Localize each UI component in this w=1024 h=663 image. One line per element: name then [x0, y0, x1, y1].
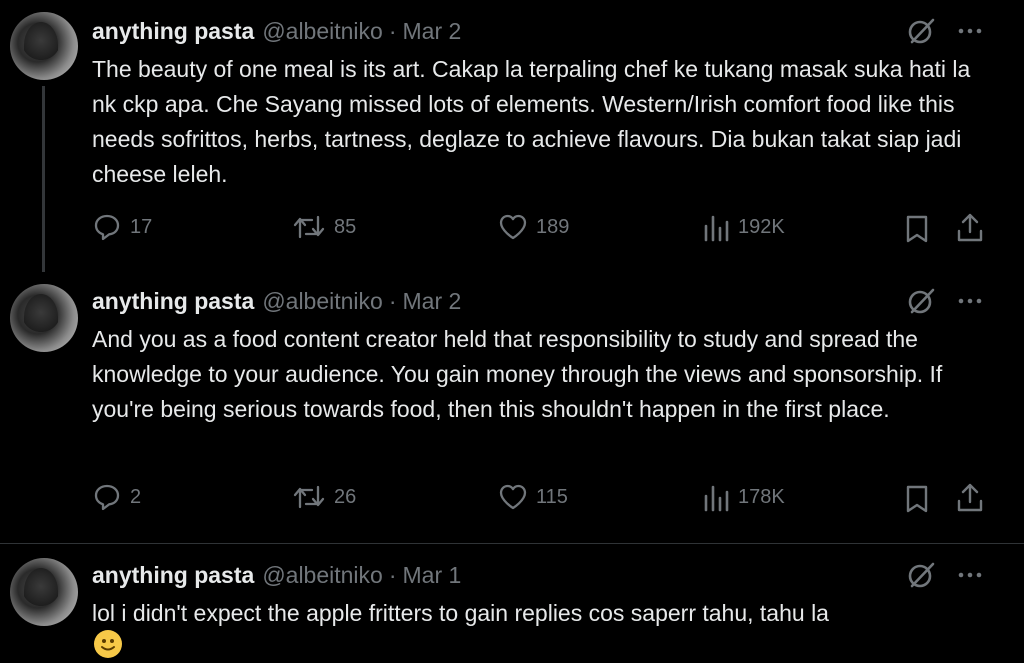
view-count: 178K	[738, 485, 785, 508]
views-button[interactable]: 178K	[702, 482, 785, 512]
reply-count: 17	[130, 215, 153, 238]
view-count: 192K	[738, 215, 785, 238]
slightly-smiling-face-icon	[94, 630, 122, 658]
tweet-text: And you as a food content creator held t…	[92, 326, 943, 422]
tweet-header: anything pasta @albeitniko · Mar 2	[92, 286, 461, 316]
tweet-header: anything pasta @albeitniko · Mar 1	[92, 560, 461, 590]
share-icon[interactable]	[955, 212, 985, 249]
display-name[interactable]: anything pasta	[92, 288, 254, 315]
tweet[interactable]: anything pasta @albeitniko · Mar 1 lol i…	[0, 544, 1024, 658]
repost-button[interactable]: 85	[292, 212, 356, 242]
views-icon	[704, 215, 729, 242]
repost-count: 26	[334, 485, 357, 508]
separator-dot: ·	[388, 287, 397, 314]
tweet-text: lol i didn't expect the apple fritters t…	[92, 600, 829, 626]
tweet-actions: 17 85 189 192K	[0, 212, 1024, 246]
tweet-date[interactable]: Mar 2	[403, 288, 462, 315]
reply-icon	[94, 484, 120, 511]
more-icon[interactable]	[954, 559, 986, 591]
avatar[interactable]	[10, 284, 78, 352]
separator-dot: ·	[388, 17, 397, 44]
repost-icon	[293, 485, 325, 509]
grok-icon[interactable]	[906, 559, 938, 591]
tweet-date[interactable]: Mar 2	[403, 18, 462, 45]
like-count: 189	[536, 215, 570, 238]
views-button[interactable]: 192K	[702, 212, 785, 242]
display-name[interactable]: anything pasta	[92, 562, 254, 589]
more-icon[interactable]	[954, 285, 986, 317]
reply-button[interactable]: 17	[92, 212, 152, 242]
heart-icon	[499, 484, 527, 510]
tweet[interactable]: anything pasta @albeitniko · Mar 2 The b…	[0, 0, 1024, 272]
reply-icon	[94, 214, 120, 241]
reply-button[interactable]: 2	[92, 482, 141, 512]
grok-icon[interactable]	[906, 285, 938, 317]
share-icon[interactable]	[955, 482, 985, 519]
tweet-header: anything pasta @albeitniko · Mar 2	[92, 16, 461, 46]
display-name[interactable]: anything pasta	[92, 18, 254, 45]
avatar[interactable]	[10, 12, 78, 80]
tweet-actions: 2 26 115 178K	[0, 482, 1024, 516]
bookmark-icon[interactable]	[904, 214, 930, 249]
repost-count: 85	[334, 215, 357, 238]
grok-icon[interactable]	[906, 15, 938, 47]
like-button[interactable]: 115	[498, 482, 568, 512]
like-button[interactable]: 189	[498, 212, 569, 242]
user-handle[interactable]: @albeitniko	[262, 562, 383, 589]
views-icon	[704, 485, 729, 512]
tweet-text: The beauty of one meal is its art. Cakap…	[92, 56, 971, 187]
bookmark-icon[interactable]	[904, 484, 930, 519]
more-icon[interactable]	[954, 15, 986, 47]
separator-dot: ·	[388, 561, 397, 588]
reply-count: 2	[130, 485, 142, 508]
tweet-date[interactable]: Mar 1	[403, 562, 462, 589]
tweet[interactable]: anything pasta @albeitniko · Mar 2 And y…	[0, 272, 1024, 542]
avatar[interactable]	[10, 558, 78, 626]
repost-button[interactable]: 26	[292, 482, 356, 512]
like-count: 115	[536, 485, 568, 508]
repost-icon	[293, 215, 325, 239]
heart-icon	[499, 214, 527, 240]
user-handle[interactable]: @albeitniko	[262, 288, 383, 315]
user-handle[interactable]: @albeitniko	[262, 18, 383, 45]
